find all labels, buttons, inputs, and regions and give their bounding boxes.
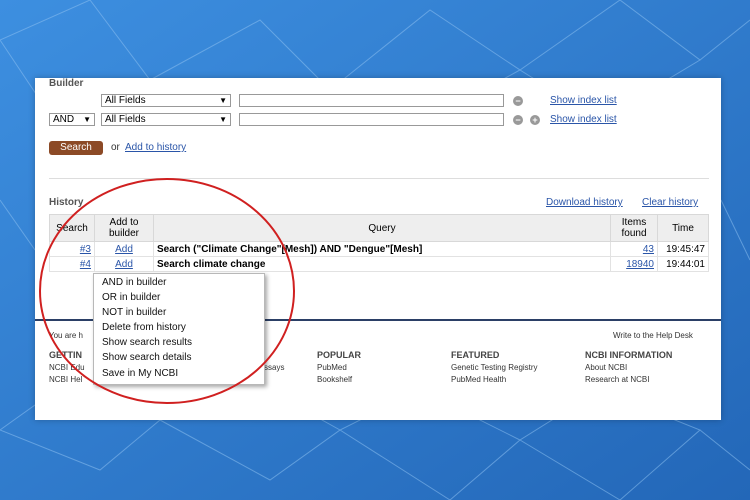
dropdown-arrow-icon: ▼ [83,115,91,124]
term-input-1[interactable] [239,94,504,107]
ncbi-information-heading: NCBI INFORMATION [585,350,673,360]
operator-value: AND [53,114,75,125]
add-to-history-link[interactable]: Add to history [125,142,186,153]
items-cell: 18940 [610,256,658,272]
remove-row-icon[interactable]: − [513,115,523,125]
field-select-2-value: All Fields [105,114,146,125]
footer-link[interactable]: ssays [264,363,284,372]
table-row: #4 Add Search climate change 18940 19:44… [49,256,709,272]
footer-link[interactable]: Genetic Testing Registry [451,363,538,372]
add-cell: Add [94,256,154,272]
help-desk-link[interactable]: Write to the Help Desk [613,331,693,340]
footer-link[interactable]: About NCBI [585,363,627,372]
you-are-here: You are h [49,331,83,340]
add-to-builder-link[interactable]: Add [115,259,133,270]
query-cell: Search ("Climate Change"[Mesh]) AND "Den… [153,241,611,257]
time-cell: 19:44:01 [657,256,709,272]
col-query: Query [153,214,611,242]
divider [49,178,709,179]
col-search: Search [49,214,95,242]
history-header-row: Search Add to builder Query Items found … [49,214,709,242]
menu-item-delete-from-history[interactable]: Delete from history [102,322,186,333]
or-text: or [111,142,120,153]
history-title: History [49,197,84,208]
search-id-cell: #3 [49,241,95,257]
add-cell: Add [94,241,154,257]
query-cell: Search climate change [153,256,611,272]
menu-item-and-in-builder[interactable]: AND in builder [102,277,166,288]
menu-item-not-in-builder[interactable]: NOT in builder [102,307,166,318]
add-row-icon[interactable]: + [530,115,540,125]
remove-row-icon[interactable]: − [513,96,523,106]
table-row: #3 Add Search ("Climate Change"[Mesh]) A… [49,241,709,257]
footer-link[interactable]: NCBI Edu [49,363,85,372]
download-history-link[interactable]: Download history [546,197,623,208]
col-items-found: Items found [610,214,658,242]
field-select-1[interactable]: All Fields ▼ [101,94,231,107]
col-time: Time [657,214,709,242]
footer-link[interactable]: Bookshelf [317,375,352,384]
menu-item-show-search-details[interactable]: Show search details [102,352,192,363]
search-id-link[interactable]: #4 [80,259,91,270]
dropdown-arrow-icon: ▼ [219,96,227,105]
footer-link[interactable]: NCBI Hel [49,375,82,384]
menu-item-show-search-results[interactable]: Show search results [102,337,192,348]
footer-link[interactable]: Research at NCBI [585,375,649,384]
history-table: Search Add to builder Query Items found … [49,214,709,272]
show-index-list-link-2[interactable]: Show index list [550,114,617,125]
footer-link[interactable]: PubMed Health [451,375,506,384]
field-select-1-value: All Fields [105,95,146,106]
search-id-link[interactable]: #3 [80,244,91,255]
field-select-2[interactable]: All Fields ▼ [101,113,231,126]
menu-item-save-in-my-ncbi[interactable]: Save in My NCBI [102,368,178,379]
clear-history-link[interactable]: Clear history [642,197,698,208]
search-button[interactable]: Search [49,141,103,155]
getting-started-heading: GETTIN [49,350,82,360]
term-input-2[interactable] [239,113,504,126]
items-cell: 43 [610,241,658,257]
col-add-to-builder: Add to builder [94,214,154,242]
add-context-menu: AND in builder OR in builder NOT in buil… [93,273,265,385]
menu-item-or-in-builder[interactable]: OR in builder [102,292,160,303]
builder-title: Builder [49,78,84,89]
add-to-builder-link[interactable]: Add [115,244,133,255]
popular-heading: POPULAR [317,350,362,360]
items-found-link[interactable]: 18940 [626,259,654,270]
search-id-cell: #4 [49,256,95,272]
time-cell: 19:45:47 [657,241,709,257]
show-index-list-link-1[interactable]: Show index list [550,95,617,106]
footer-link[interactable]: PubMed [317,363,347,372]
dropdown-arrow-icon: ▼ [219,115,227,124]
operator-select[interactable]: AND ▼ [49,113,95,126]
featured-heading: FEATURED [451,350,500,360]
items-found-link[interactable]: 43 [643,244,654,255]
